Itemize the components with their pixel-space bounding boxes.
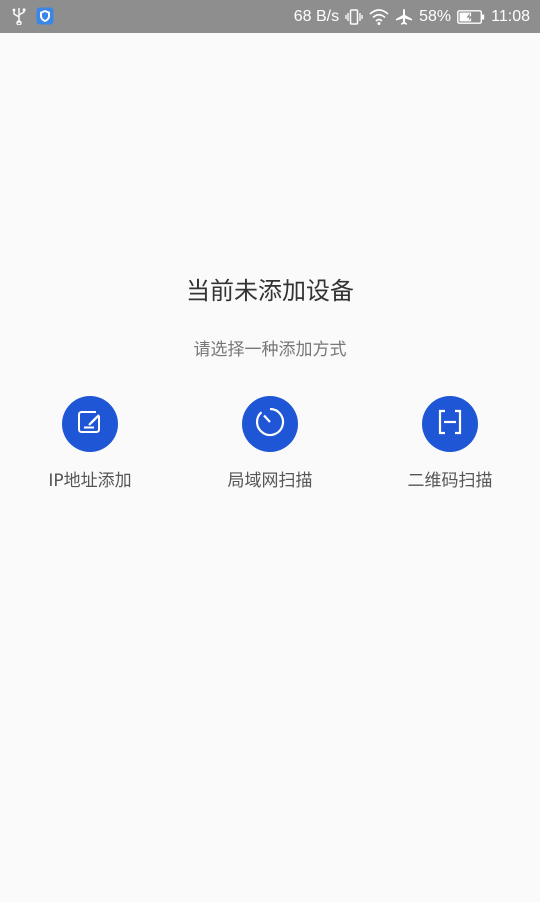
device-list-empty-page: 当前未添加设备 请选择一种添加方式 IP地址添加 局域网扫描 二维码扫描 [0,33,540,902]
net-speed: 68 B/s [293,8,340,25]
vibrate-icon [345,8,363,26]
add-by-ip-label: IP地址添加 [48,471,132,491]
empty-title: 当前未添加设备 [186,277,354,305]
add-by-ip-circle[interactable] [62,396,118,452]
qr-scan-label: 二维码扫描 [407,471,493,491]
lan-scan-label: 局域网扫描 [227,471,313,491]
edit-icon [75,407,105,441]
wifi-icon [369,8,389,26]
battery-percent: 58% [419,8,452,25]
airplane-icon [395,8,413,26]
qr-scan-icon [435,407,465,441]
empty-subtitle: 请选择一种添加方式 [193,340,347,360]
qr-scan-button[interactable]: 二维码扫描 [360,396,540,491]
lan-scan-circle[interactable] [242,396,298,452]
qr-scan-circle[interactable] [422,396,478,452]
usb-icon [12,7,26,25]
radar-scan-icon [254,406,286,442]
lan-scan-button[interactable]: 局域网扫描 [180,396,360,491]
clock-time: 11:08 [491,8,530,25]
status-bar: 68 B/s 58% 11:08 [0,0,540,33]
shield-app-icon [36,7,54,25]
add-by-ip-button[interactable]: IP地址添加 [0,396,180,491]
battery-icon [457,10,485,24]
